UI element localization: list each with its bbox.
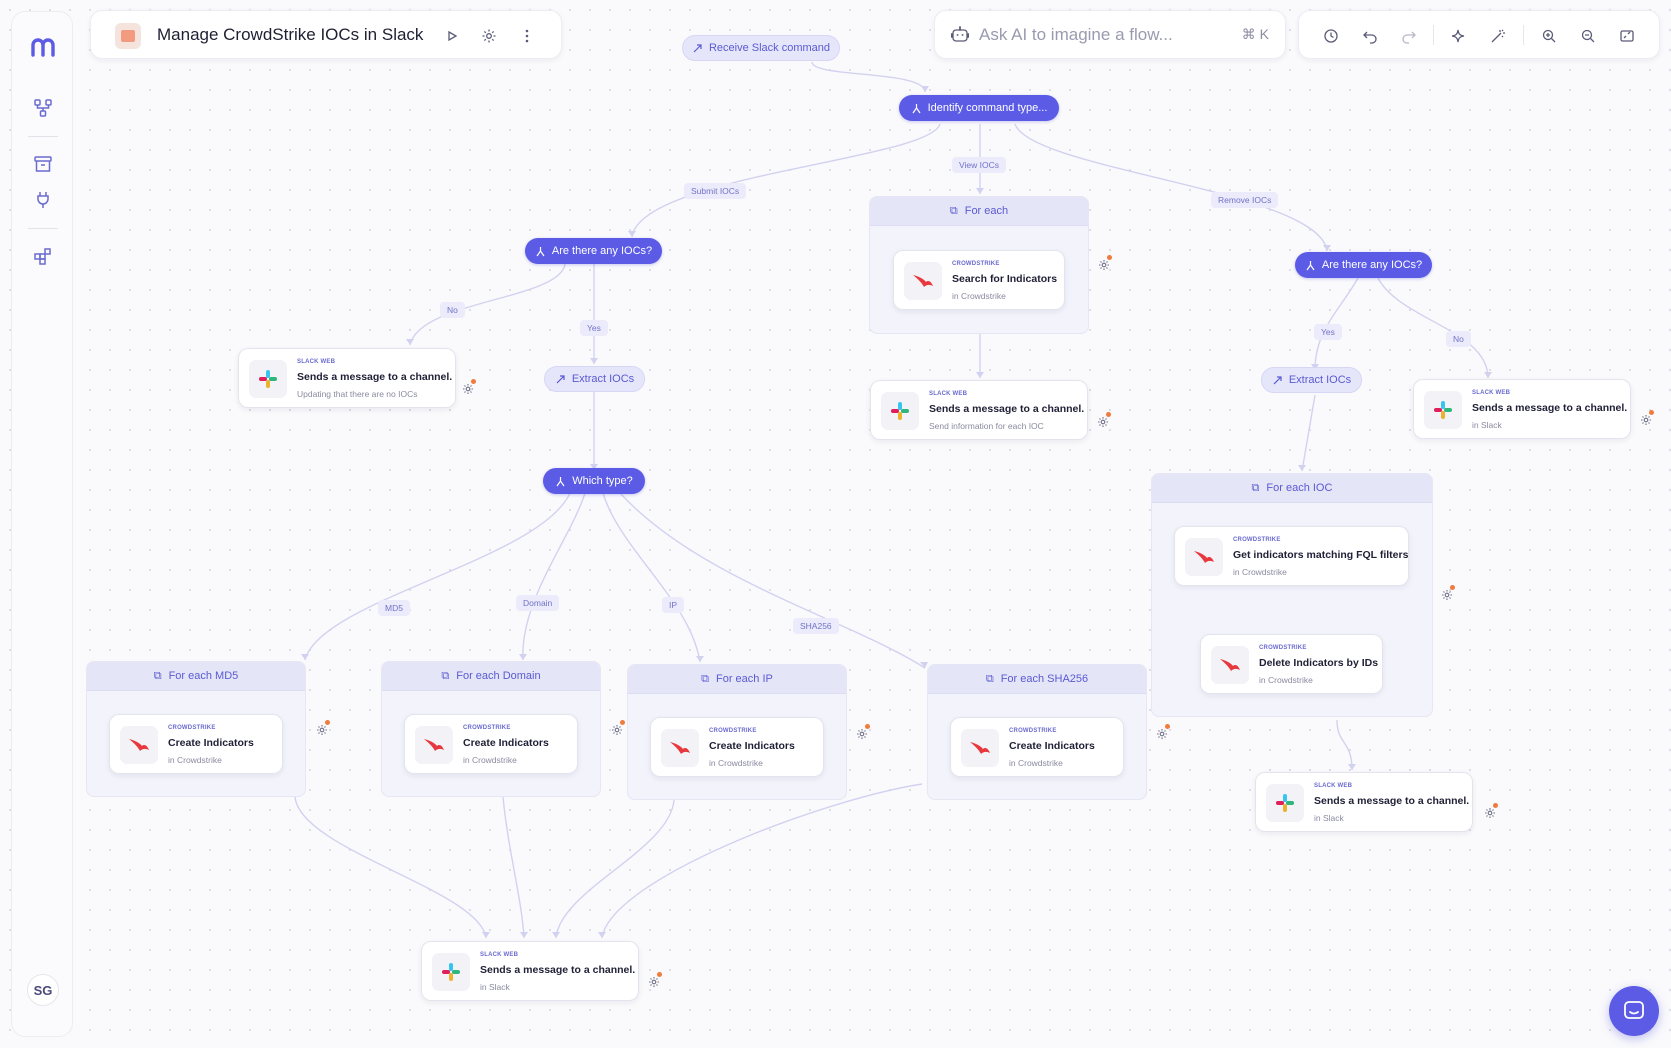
edge-label-submit-iocs[interactable]: Submit IOCs [684,183,747,199]
crowdstrike-icon [904,262,942,300]
create-indicators-domain-card[interactable]: CROWDSTRIKE Create Indicators in Crowdst… [404,714,578,774]
identify-command-type-node[interactable]: Identify command type... [899,95,1059,121]
get-indicators-fql-card[interactable]: CROWDSTRIKE Get indicators matching FQL … [1174,526,1409,586]
edge-label-view-iocs[interactable]: View IOCs [952,157,1006,173]
undo-icon[interactable] [1358,24,1382,48]
slack-icon [1424,391,1462,429]
edge-label-no[interactable]: No [1446,331,1471,347]
keyboard-shortcut-hint: ⌘ K [1241,26,1269,42]
support-chat-button[interactable] [1609,986,1659,1036]
slack-final-card[interactable]: SLACK WEB Sends a message to a channel. … [421,941,639,1001]
sidebar-divider [28,136,58,137]
slack-no-iocs-card[interactable]: SLACK WEB Sends a message to a channel. … [238,348,456,408]
node-settings-icon[interactable] [648,972,664,991]
chat-icon [1624,1001,1644,1019]
canvas-toolbar [1298,10,1660,59]
loop-icon: ⧉ [1251,481,1260,494]
loop-icon: ⧉ [441,669,450,682]
crowdstrike-icon [661,729,699,767]
toolbar-divider [1523,25,1524,45]
any-iocs-right-node[interactable]: Are there any IOCs? [1295,252,1432,278]
transform-icon [556,374,565,383]
any-iocs-left-node[interactable]: Are there any IOCs? [525,238,662,264]
fit-view-icon[interactable] [1615,24,1639,48]
create-indicators-md5-card[interactable]: CROWDSTRIKE Create Indicators in Crowdst… [109,714,283,774]
archive-icon[interactable] [31,152,55,176]
branch-icon [1306,260,1315,270]
edge-label-no[interactable]: No [440,302,465,318]
slack-view-card[interactable]: SLACK WEB Sends a message to a channel. … [870,380,1088,440]
zoom-out-icon[interactable] [1576,24,1600,48]
branch-icon [556,476,565,486]
edge-label-yes[interactable]: Yes [1314,324,1342,340]
node-settings-icon[interactable] [1441,585,1457,604]
node-settings-icon[interactable] [1156,724,1172,743]
sidebar-divider [28,228,58,229]
loop-icon: ⧉ [701,672,709,685]
branch-icon [912,103,921,113]
flow-title[interactable]: Manage CrowdStrike IOCs in Slack [157,25,423,45]
logo-icon[interactable] [31,35,55,59]
search-indicators-card[interactable]: CROWDSTRIKE Search for Indicators in Cro… [893,250,1065,310]
branch-icon [536,246,545,256]
edge-label-md5[interactable]: MD5 [378,600,410,616]
slack-icon [432,953,470,991]
node-settings-icon[interactable] [462,379,478,398]
magic-wand-icon[interactable] [1486,24,1510,48]
crowdstrike-icon [1185,538,1223,576]
edge-label-ip[interactable]: IP [662,597,685,613]
flow-title-bar: Manage CrowdStrike IOCs in Slack [90,10,562,59]
components-icon[interactable] [31,244,55,268]
edge-label-yes[interactable]: Yes [580,320,608,336]
user-avatar[interactable]: SG [27,974,59,1006]
which-type-node[interactable]: Which type? [543,468,645,494]
node-settings-icon[interactable] [611,720,627,739]
workflows-icon[interactable] [31,96,55,120]
slack-icon [249,360,287,398]
extract-iocs-right-node[interactable]: Extract IOCs [1261,367,1362,393]
toolbar-divider [1433,25,1434,45]
more-options-button[interactable] [516,25,538,47]
node-settings-icon[interactable] [1097,412,1113,431]
crowdstrike-icon [120,726,158,764]
plug-icon[interactable] [31,188,55,212]
crowdstrike-icon [961,729,999,767]
loop-icon: ⧉ [949,204,958,217]
node-settings-icon[interactable] [316,720,332,739]
delete-indicators-card[interactable]: CROWDSTRIKE Delete Indicators by IDs in … [1200,634,1383,694]
edge-label-sha256[interactable]: SHA256 [793,618,839,634]
extract-iocs-left-node[interactable]: Extract IOCs [544,366,645,392]
folder-icon [115,23,141,49]
zoom-in-icon[interactable] [1537,24,1561,48]
node-settings-icon[interactable] [856,724,872,743]
loop-icon: ⧉ [985,672,994,685]
history-icon[interactable] [1319,24,1343,48]
run-button[interactable] [441,25,463,47]
slack-icon [1266,784,1304,822]
slack-remove-no-card[interactable]: SLACK WEB Sends a message to a channel. … [1413,379,1631,439]
edge-label-domain[interactable]: Domain [516,595,560,611]
receive-slack-command-node[interactable]: Receive Slack command [682,35,840,61]
slack-remove-done-card[interactable]: SLACK WEB Sends a message to a channel. … [1255,772,1473,832]
node-settings-icon[interactable] [1484,803,1500,822]
slack-icon [881,392,919,430]
settings-gear-button[interactable] [478,25,500,47]
create-indicators-sha256-card[interactable]: CROWDSTRIKE Create Indicators in Crowdst… [950,717,1124,777]
ai-prompt-bar: ⌘ K [934,10,1286,59]
left-sidebar: SG [11,11,73,1037]
ai-prompt-input[interactable] [979,23,1229,47]
transform-icon [1273,375,1282,384]
create-indicators-ip-card[interactable]: CROWDSTRIKE Create Indicators in Crowdst… [650,717,824,777]
node-settings-icon[interactable] [1098,255,1114,274]
crowdstrike-icon [1211,646,1249,684]
trigger-icon [693,43,702,52]
edge-label-remove-iocs[interactable]: Remove IOCs [1211,192,1279,208]
loop-icon: ⧉ [153,669,162,682]
node-settings-icon[interactable] [1640,410,1656,429]
robot-icon [950,25,970,48]
sparkle-icon[interactable] [1447,24,1471,48]
redo-icon[interactable] [1397,24,1421,48]
crowdstrike-icon [415,726,453,764]
